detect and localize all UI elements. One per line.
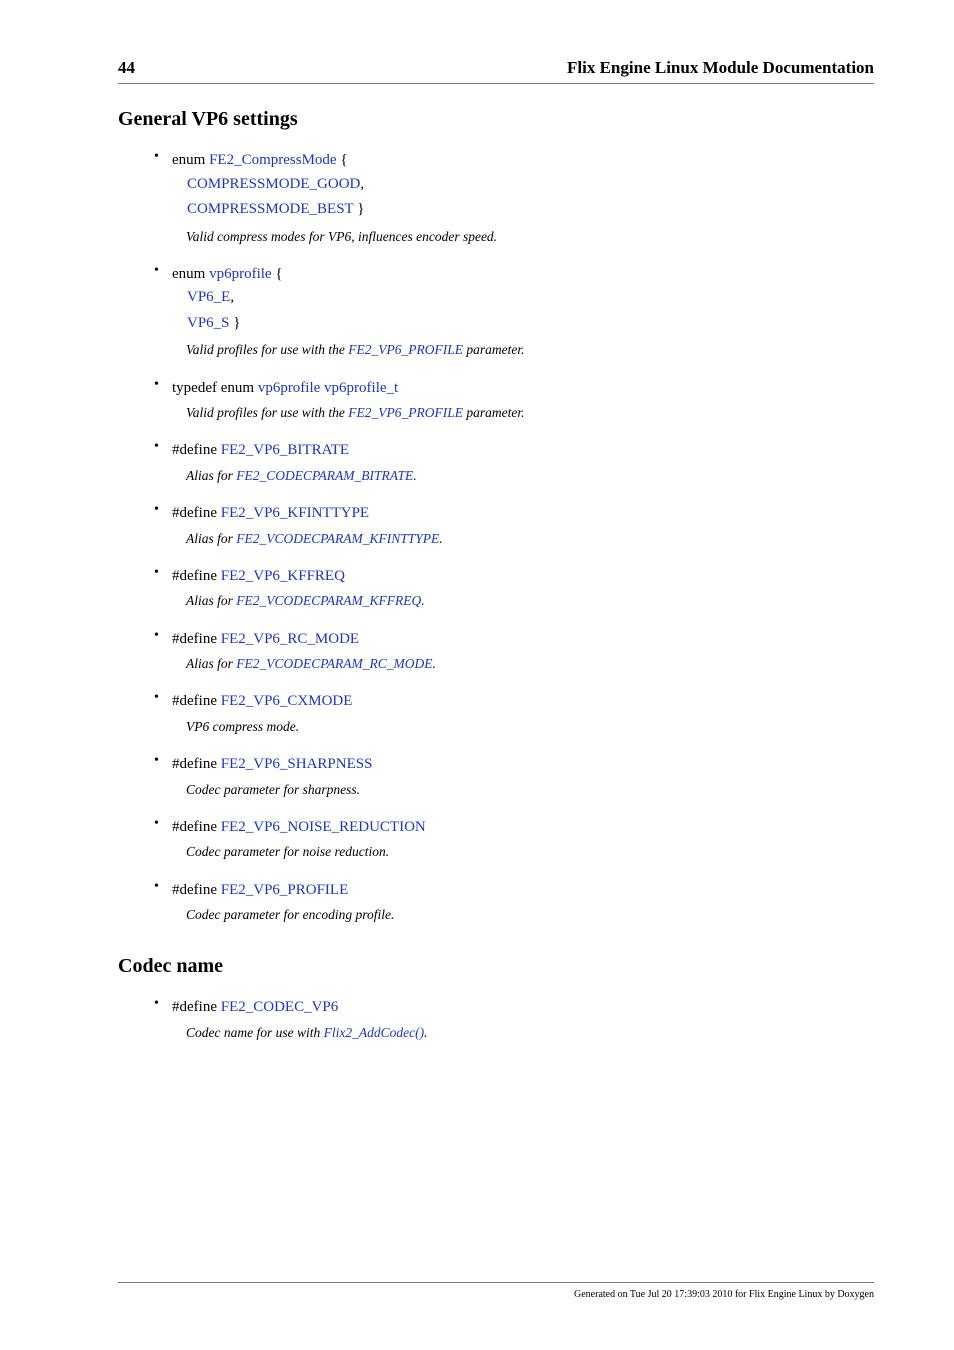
list-item: • #define FE2_VP6_KFINTTYPE Alias for FE…: [154, 502, 874, 549]
list-item: • #define FE2_VP6_SHARPNESS Codec parame…: [154, 753, 874, 800]
list-item: • #define FE2_VP6_NOISE_REDUCTION Codec …: [154, 816, 874, 863]
item-prefix: enum: [172, 152, 209, 168]
desc-link[interactable]: FE2_VP6_PROFILE: [348, 342, 463, 357]
bullet-icon: •: [154, 690, 168, 706]
item-description: Codec parameter for sharpness.: [186, 780, 874, 800]
bullet-icon: •: [154, 263, 168, 279]
item-prefix: #define: [172, 999, 221, 1015]
bullet-icon: •: [154, 816, 168, 832]
item-prefix: #define: [172, 819, 221, 835]
list-item: • #define FE2_VP6_BITRATE Alias for FE2_…: [154, 439, 874, 486]
item-prefix: enum: [172, 266, 209, 282]
define-link[interactable]: FE2_VP6_NOISE_REDUCTION: [221, 819, 426, 835]
item-prefix: #define: [172, 631, 221, 647]
page-header: 44 Flix Engine Linux Module Documentatio…: [118, 58, 874, 84]
item-description: Valid profiles for use with the FE2_VP6_…: [186, 403, 874, 423]
list-item: • #define FE2_VP6_CXMODE VP6 compress mo…: [154, 690, 874, 737]
desc-link[interactable]: FE2_VCODECPARAM_KFFREQ: [236, 593, 421, 608]
list-item: • enum FE2_CompressMode { COMPRESSMODE_G…: [154, 149, 874, 247]
define-link[interactable]: FE2_VP6_KFFREQ: [221, 568, 345, 584]
bullet-icon: •: [154, 377, 168, 393]
item-description: VP6 compress mode.: [186, 717, 874, 737]
page-footer: Generated on Tue Jul 20 17:39:03 2010 fo…: [118, 1282, 874, 1300]
enum-value-link[interactable]: VP6_E: [187, 289, 230, 305]
enum-link[interactable]: FE2_CompressMode: [209, 152, 337, 168]
page-number: 44: [118, 58, 135, 78]
item-prefix: #define: [172, 693, 221, 709]
enum-value-link[interactable]: COMPRESSMODE_BEST: [187, 201, 353, 217]
bullet-icon: •: [154, 149, 168, 165]
item-description: Codec parameter for encoding profile.: [186, 905, 874, 925]
item-prefix: #define: [172, 568, 221, 584]
define-link[interactable]: FE2_VP6_BITRATE: [221, 442, 349, 458]
enum-link[interactable]: vp6profile: [209, 266, 271, 282]
bullet-icon: •: [154, 565, 168, 581]
item-description: Alias for FE2_CODECPARAM_BITRATE.: [186, 466, 874, 486]
enum-value-suffix: }: [353, 201, 364, 217]
define-link[interactable]: FE2_CODEC_VP6: [221, 999, 339, 1015]
list-item: • #define FE2_CODEC_VP6 Codec name for u…: [154, 996, 874, 1043]
bullet-icon: •: [154, 753, 168, 769]
item-description: Alias for FE2_VCODECPARAM_KFFREQ.: [186, 591, 874, 611]
type-link[interactable]: vp6profile_t: [324, 380, 398, 396]
define-link[interactable]: FE2_VP6_PROFILE: [221, 882, 349, 898]
item-prefix: #define: [172, 882, 221, 898]
item-prefix: #define: [172, 442, 221, 458]
enum-value-link[interactable]: VP6_S: [187, 315, 230, 331]
list-item: • #define FE2_VP6_KFFREQ Alias for FE2_V…: [154, 565, 874, 612]
item-description: Valid compress modes for VP6, influences…: [186, 227, 874, 247]
settings-list: • enum FE2_CompressMode { COMPRESSMODE_G…: [154, 149, 874, 925]
enum-value-suffix: }: [230, 315, 241, 331]
item-prefix: typedef enum: [172, 380, 258, 396]
item-description: Valid profiles for use with the FE2_VP6_…: [186, 340, 874, 360]
bullet-icon: •: [154, 439, 168, 455]
type-link[interactable]: vp6profile: [258, 380, 320, 396]
bullet-icon: •: [154, 502, 168, 518]
codec-list: • #define FE2_CODEC_VP6 Codec name for u…: [154, 996, 874, 1043]
section-title-codec: Codec name: [118, 955, 874, 978]
item-description: Codec parameter for noise reduction.: [186, 842, 874, 862]
item-prefix: #define: [172, 505, 221, 521]
item-suffix: {: [272, 266, 283, 282]
enum-value-link[interactable]: COMPRESSMODE_GOOD: [187, 176, 360, 192]
define-link[interactable]: FE2_VP6_CXMODE: [221, 693, 353, 709]
bullet-icon: •: [154, 628, 168, 644]
list-item: • #define FE2_VP6_PROFILE Codec paramete…: [154, 879, 874, 926]
desc-link[interactable]: Flix2_AddCodec(): [324, 1025, 424, 1040]
item-description: Codec name for use with Flix2_AddCodec()…: [186, 1023, 874, 1043]
desc-link[interactable]: FE2_CODECPARAM_BITRATE: [236, 468, 413, 483]
item-prefix: #define: [172, 756, 221, 772]
enum-value-suffix: ,: [230, 289, 234, 305]
item-description: Alias for FE2_VCODECPARAM_RC_MODE.: [186, 654, 874, 674]
page: 44 Flix Engine Linux Module Documentatio…: [0, 0, 954, 1350]
desc-link[interactable]: FE2_VCODECPARAM_RC_MODE: [236, 656, 432, 671]
bullet-icon: •: [154, 996, 168, 1012]
section-title-general: General VP6 settings: [118, 108, 874, 131]
enum-value-suffix: ,: [360, 176, 364, 192]
list-item: • #define FE2_VP6_RC_MODE Alias for FE2_…: [154, 628, 874, 675]
bullet-icon: •: [154, 879, 168, 895]
define-link[interactable]: FE2_VP6_KFINTTYPE: [221, 505, 369, 521]
doc-title: Flix Engine Linux Module Documentation: [567, 58, 874, 78]
define-link[interactable]: FE2_VP6_RC_MODE: [221, 631, 359, 647]
list-item: • typedef enum vp6profile vp6profile_t V…: [154, 377, 874, 424]
list-item: • enum vp6profile { VP6_E, VP6_S } Valid…: [154, 263, 874, 361]
item-suffix: {: [337, 152, 348, 168]
desc-link[interactable]: FE2_VP6_PROFILE: [348, 405, 463, 420]
desc-link[interactable]: FE2_VCODECPARAM_KFINTTYPE: [236, 531, 439, 546]
item-description: Alias for FE2_VCODECPARAM_KFINTTYPE.: [186, 529, 874, 549]
define-link[interactable]: FE2_VP6_SHARPNESS: [221, 756, 373, 772]
